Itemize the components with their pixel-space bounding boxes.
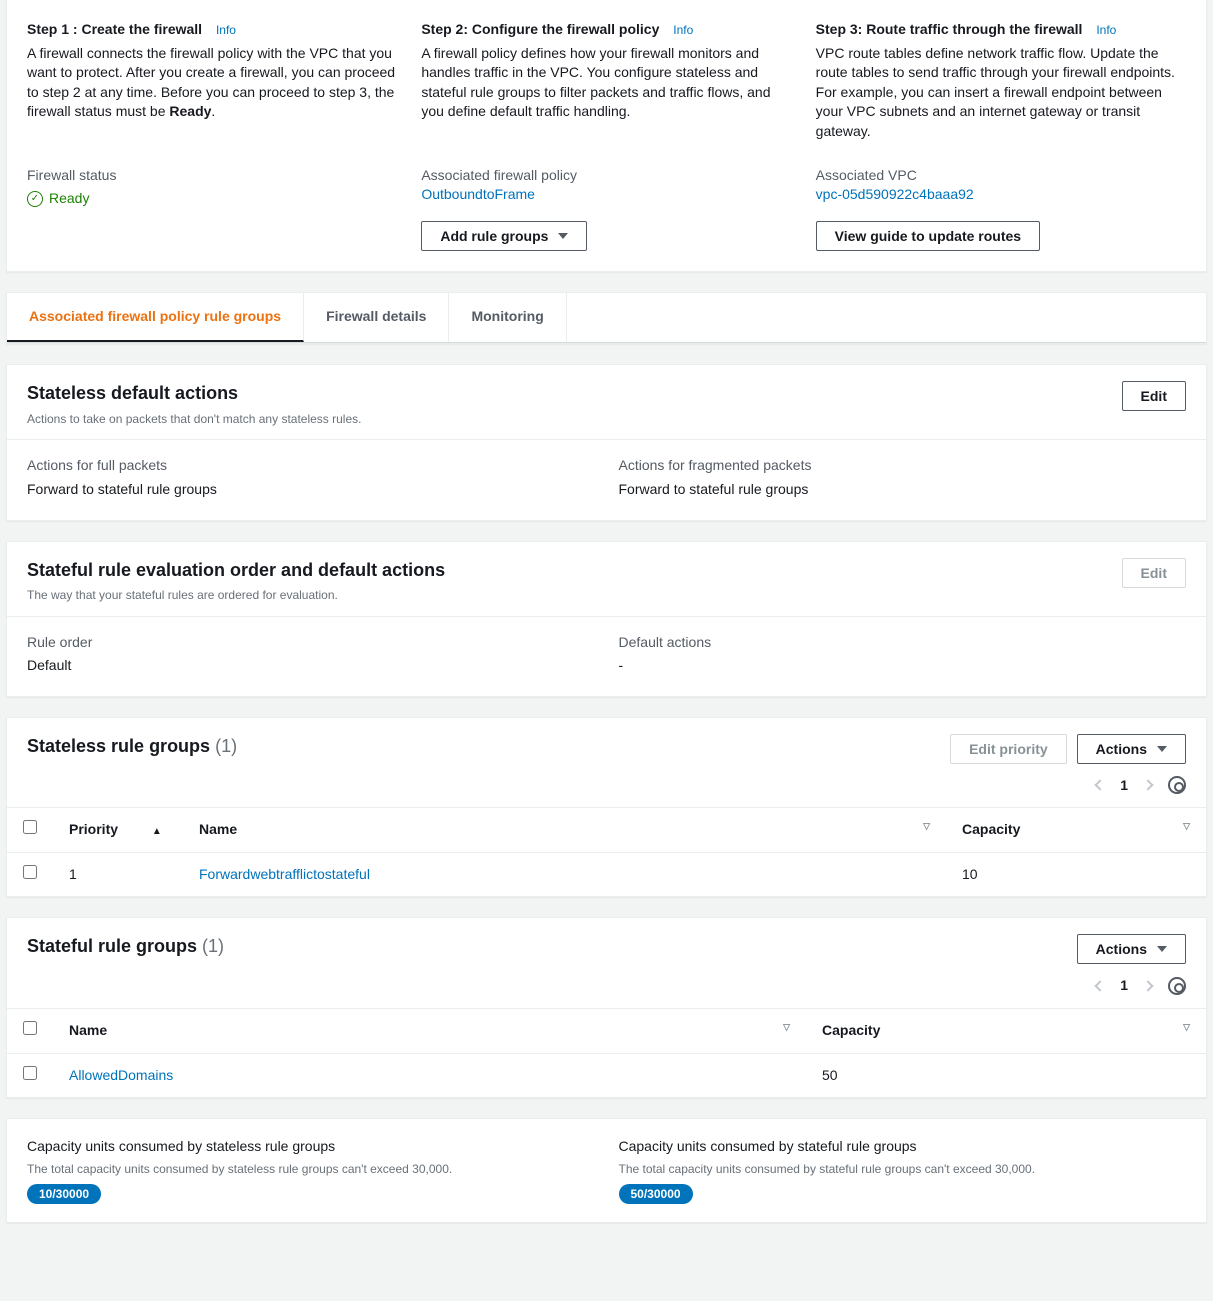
tab-rule-groups[interactable]: Associated firewall policy rule groups	[7, 293, 304, 343]
tabs-bar: Associated firewall policy rule groups F…	[6, 292, 1207, 345]
step-3-title: Step 3: Route traffic through the firewa…	[816, 21, 1083, 37]
add-rule-groups-button[interactable]: Add rule groups	[421, 221, 587, 251]
col-capacity[interactable]: Capacity ▽	[946, 808, 1206, 853]
tab-firewall-details[interactable]: Firewall details	[304, 293, 449, 343]
check-circle-icon: ✓	[27, 191, 43, 207]
caret-down-icon	[1157, 746, 1167, 752]
stateless-groups-title: Stateless rule groups (1)	[27, 736, 237, 756]
full-packets-value: Forward to stateful rule groups	[27, 480, 595, 500]
stateful-capacity-sub: The total capacity units consumed by sta…	[619, 1161, 1187, 1178]
edit-stateless-default-button[interactable]: Edit	[1122, 381, 1186, 411]
stateful-pager: 1	[7, 968, 1206, 1008]
col-name[interactable]: Name ▽	[183, 808, 946, 853]
table-row: 1 Forwardwebtrafflictostateful 10	[7, 852, 1206, 896]
edit-stateful-eval-button: Edit	[1122, 558, 1186, 588]
tab-monitoring[interactable]: Monitoring	[449, 293, 566, 343]
stateless-pager: 1	[7, 768, 1206, 808]
sort-icon: ▽	[1183, 1021, 1190, 1034]
stateful-groups-title: Stateful rule groups (1)	[27, 936, 224, 956]
row-checkbox[interactable]	[23, 865, 37, 879]
select-all-checkbox[interactable]	[23, 1021, 37, 1035]
step-1-status: Firewall status ✓ Ready	[27, 166, 397, 251]
stateful-capacity-title: Capacity units consumed by stateful rule…	[619, 1137, 1187, 1157]
row-priority: 1	[53, 852, 183, 896]
col-capacity[interactable]: Capacity ▽	[806, 1009, 1206, 1054]
rule-order-label: Rule order	[27, 633, 595, 653]
table-row: AllowedDomains 50	[7, 1053, 1206, 1097]
default-actions-label: Default actions	[619, 633, 1187, 653]
firewall-status-label: Firewall status	[27, 166, 397, 186]
col-priority[interactable]: Priority ▲	[53, 808, 183, 853]
gear-icon[interactable]	[1168, 977, 1186, 995]
step-2-info-link[interactable]: Info	[673, 23, 693, 37]
rule-group-link[interactable]: Forwardwebtrafflictostateful	[199, 866, 370, 882]
sort-icon: ▽	[923, 820, 930, 833]
associated-vpc-label: Associated VPC	[816, 166, 1186, 186]
associated-policy-label: Associated firewall policy	[421, 166, 791, 186]
stateless-default-actions-panel: Stateless default actions Actions to tak…	[6, 364, 1207, 520]
caret-down-icon	[1157, 946, 1167, 952]
stateless-rule-groups-panel: Stateless rule groups (1) Edit priority …	[6, 717, 1207, 898]
edit-priority-button: Edit priority	[950, 734, 1067, 764]
stateful-eval-sub: The way that your stateful rules are ord…	[27, 587, 445, 604]
stateless-page-number: 1	[1120, 776, 1128, 796]
stateless-rule-groups-table: Priority ▲ Name ▽ Capacity ▽ 1 Forwardwe…	[7, 807, 1206, 896]
stateful-eval-title: Stateful rule evaluation order and defau…	[27, 560, 445, 580]
rule-order-value: Default	[27, 656, 595, 676]
step-3: Step 3: Route traffic through the firewa…	[816, 20, 1186, 142]
stateful-page-number: 1	[1120, 976, 1128, 996]
associated-policy-link[interactable]: OutboundtoFrame	[421, 186, 535, 202]
default-actions-value: -	[619, 656, 1187, 676]
full-packets-label: Actions for full packets	[27, 456, 595, 476]
step-2-desc: A firewall policy defines how your firew…	[421, 44, 791, 122]
stateless-capacity-badge: 10/30000	[27, 1184, 101, 1205]
stateful-rule-groups-table: Name ▽ Capacity ▽ AllowedDomains 50	[7, 1008, 1206, 1097]
fragmented-packets-label: Actions for fragmented packets	[619, 456, 1187, 476]
stateful-capacity-badge: 50/30000	[619, 1184, 693, 1205]
row-capacity: 50	[806, 1053, 1206, 1097]
stateless-groups-count: (1)	[215, 736, 237, 756]
row-capacity: 10	[946, 852, 1206, 896]
row-checkbox[interactable]	[23, 1066, 37, 1080]
col-name[interactable]: Name ▽	[53, 1009, 806, 1054]
next-page-icon[interactable]	[1142, 981, 1153, 992]
stateful-rule-groups-panel: Stateful rule groups (1) Actions 1 Name …	[6, 917, 1207, 1098]
step-2-status: Associated firewall policy OutboundtoFra…	[421, 166, 791, 251]
step-1-title: Step 1 : Create the firewall	[27, 21, 202, 37]
prev-pageește-page-icon[interactable]	[1095, 780, 1106, 791]
steps-panel: Step 1 : Create the firewall Info A fire…	[6, 0, 1207, 272]
stateless-default-title: Stateless default actions	[27, 383, 238, 403]
prev-page-icon[interactable]	[1095, 981, 1106, 992]
stateless-default-sub: Actions to take on packets that don't ma…	[27, 411, 361, 428]
step-3-desc: VPC route tables define network traffic …	[816, 44, 1186, 142]
capacity-panel: Capacity units consumed by stateless rul…	[6, 1118, 1207, 1223]
step-3-status: Associated VPC vpc-05d590922c4baaa92 Vie…	[816, 166, 1186, 251]
stateless-actions-button[interactable]: Actions	[1077, 734, 1186, 764]
stateful-eval-panel: Stateful rule evaluation order and defau…	[6, 541, 1207, 697]
stateful-actions-button[interactable]: Actions	[1077, 934, 1186, 964]
step-2-title: Step 2: Configure the firewall policy	[421, 21, 659, 37]
select-all-checkbox[interactable]	[23, 820, 37, 834]
sort-icon: ▽	[1183, 820, 1190, 833]
stateless-capacity-title: Capacity units consumed by stateless rul…	[27, 1137, 595, 1157]
view-guide-button[interactable]: View guide to update routes	[816, 221, 1040, 251]
step-1-info-link[interactable]: Info	[216, 23, 236, 37]
gear-icon[interactable]	[1168, 776, 1186, 794]
associated-vpc-link[interactable]: vpc-05d590922c4baaa92	[816, 186, 974, 202]
firewall-status-value: ✓ Ready	[27, 189, 89, 209]
sort-icon: ▽	[783, 1021, 790, 1034]
caret-down-icon	[558, 233, 568, 239]
next-page-icon[interactable]	[1142, 780, 1153, 791]
rule-group-link[interactable]: AllowedDomains	[69, 1067, 173, 1083]
stateful-groups-count: (1)	[202, 936, 224, 956]
step-1-desc: A firewall connects the firewall policy …	[27, 44, 397, 122]
stateless-capacity-sub: The total capacity units consumed by sta…	[27, 1161, 595, 1178]
fragmented-packets-value: Forward to stateful rule groups	[619, 480, 1187, 500]
step-1: Step 1 : Create the firewall Info A fire…	[27, 20, 397, 142]
step-2: Step 2: Configure the firewall policy In…	[421, 20, 791, 142]
step-3-info-link[interactable]: Info	[1096, 23, 1116, 37]
sort-asc-icon: ▲	[152, 826, 162, 837]
